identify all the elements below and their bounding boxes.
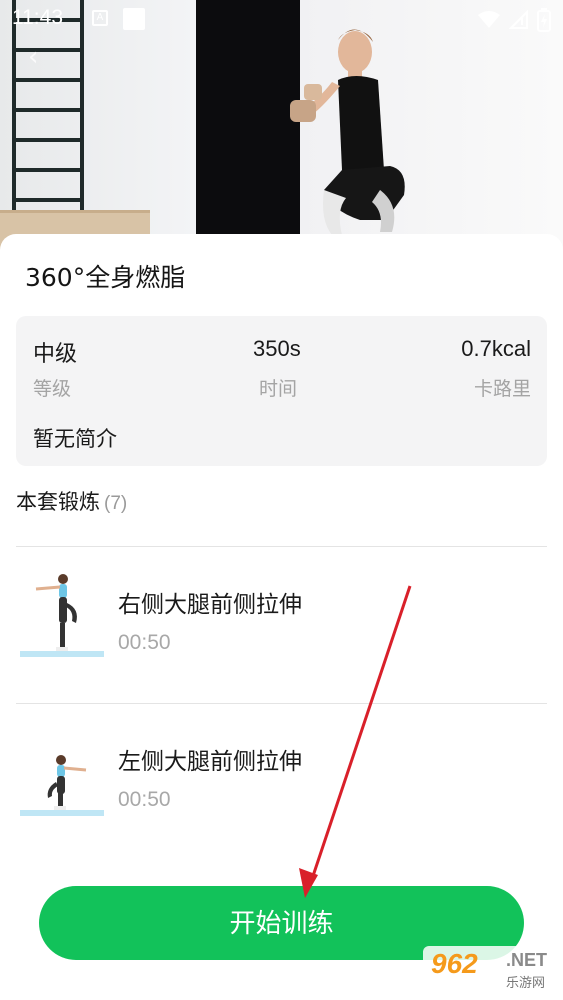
keyboard-notification-icon: A <box>92 10 108 26</box>
workout-intro: 暂无简介 <box>33 427 117 451</box>
watermark-suffix: .NET <box>505 950 547 970</box>
exercise-list-item[interactable]: 右侧大腿前侧拉伸 00:50 <box>0 547 563 687</box>
exercise-duration: 00:50 <box>118 631 171 654</box>
cover-athlete-figure <box>290 29 405 235</box>
exercise-thumbnail <box>20 574 104 657</box>
cellular-signal-icon <box>509 10 528 29</box>
stat-level-value: 中级 <box>33 341 78 366</box>
workout-info-card: 中级 等级 350s 时间 0.7kcal 卡路里 暂无简介 <box>16 316 547 466</box>
status-bar: 11:43 A <box>0 0 563 38</box>
exercise-duration: 00:50 <box>118 788 171 811</box>
exercise-name: 右侧大腿前侧拉伸 <box>118 592 302 618</box>
exercise-thumbnail <box>20 755 104 816</box>
stat-time-label: 时间 <box>259 378 298 400</box>
exercise-section-title: 本套锻炼 <box>16 490 100 514</box>
stat-calories-value: 0.7kcal <box>461 336 531 361</box>
wifi-icon <box>478 11 500 28</box>
notification-square-icon <box>123 8 145 30</box>
status-time: 11:43 <box>12 6 63 29</box>
battery-charging-icon <box>537 8 551 32</box>
stat-time-value: 350s <box>253 336 301 361</box>
watermark-brand: 962 <box>431 948 478 979</box>
stat-level-label: 等级 <box>33 378 72 400</box>
watermark-subtitle: 乐游网 <box>505 976 545 991</box>
site-watermark: 962 .NET 乐游网 <box>423 946 555 994</box>
exercise-name: 左侧大腿前侧拉伸 <box>118 749 302 775</box>
exercise-list-item[interactable]: 左侧大腿前侧拉伸 00:50 <box>0 704 563 844</box>
exercise-count: (7) <box>104 493 128 514</box>
workout-title: 360°全身燃脂 <box>25 263 186 292</box>
stat-calories-label: 卡路里 <box>473 378 531 400</box>
status-icons <box>477 8 551 32</box>
back-arrow-icon[interactable]: ‹ <box>28 44 44 70</box>
exercise-section-header: 本套锻炼 (7) <box>16 486 127 516</box>
